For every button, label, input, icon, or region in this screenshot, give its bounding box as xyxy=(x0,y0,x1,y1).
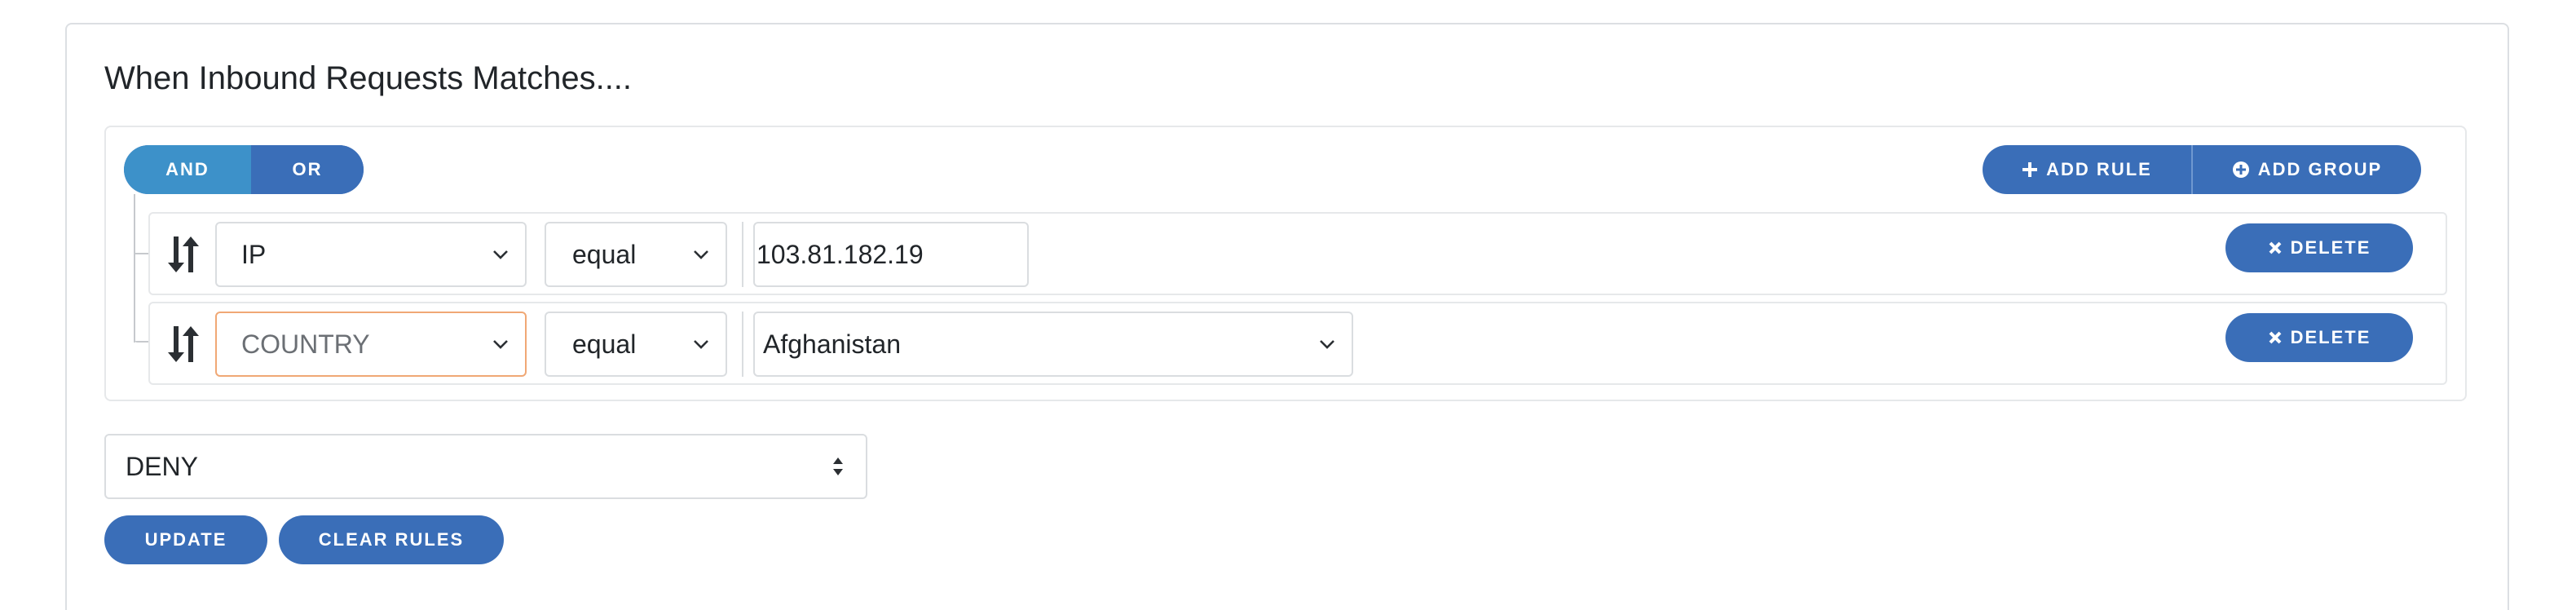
field-select[interactable]: IP xyxy=(215,222,527,287)
or-button[interactable]: OR xyxy=(251,145,364,194)
delete-label: DELETE xyxy=(2290,327,2371,347)
add-rule-label: ADD RULE xyxy=(2046,159,2152,179)
tree-branch xyxy=(135,341,148,343)
plus-icon xyxy=(2022,162,2038,177)
add-group-button[interactable]: ADD GROUP xyxy=(2193,145,2421,194)
chevron-down-icon xyxy=(493,340,508,349)
chevron-down-icon xyxy=(1320,340,1334,349)
clear-rules-button[interactable]: CLEAR RULES xyxy=(279,515,504,564)
rule-row: IP equal 103.81.182.19 DELETE xyxy=(148,212,2447,295)
chevron-down-icon xyxy=(694,340,708,349)
add-group-label: ADD GROUP xyxy=(2257,159,2383,179)
operator-select[interactable]: equal xyxy=(545,312,727,377)
value-select-value: Afghanistan xyxy=(763,329,902,359)
action-select-value: DENY xyxy=(126,451,198,481)
delete-rule-button[interactable]: DELETE xyxy=(2225,313,2413,362)
chevron-down-icon xyxy=(493,250,508,259)
update-button[interactable]: UPDATE xyxy=(104,515,267,564)
close-icon xyxy=(2269,241,2282,254)
and-button[interactable]: AND xyxy=(124,145,251,194)
add-rule-button[interactable]: ADD RULE xyxy=(1983,145,2193,194)
operator-select[interactable]: equal xyxy=(545,222,727,287)
plus-circle-icon xyxy=(2232,161,2249,178)
combinator-toggle: AND OR xyxy=(124,145,364,194)
action-select[interactable]: DENY xyxy=(104,434,867,499)
field-select-value: IP xyxy=(241,239,267,269)
group-actions: ADD RULE ADD GROUP xyxy=(1983,145,2421,194)
operator-select-value: equal xyxy=(572,329,637,359)
delete-rule-button[interactable]: DELETE xyxy=(2225,223,2413,272)
sort-icon[interactable] xyxy=(166,233,201,276)
divider xyxy=(742,222,743,287)
close-icon xyxy=(2269,331,2282,344)
operator-select-value: equal xyxy=(572,239,637,269)
chevron-down-icon xyxy=(694,250,708,259)
page-title: When Inbound Requests Matches.... xyxy=(104,60,633,96)
field-select[interactable]: COUNTRY xyxy=(215,312,527,377)
field-select-value: COUNTRY xyxy=(241,329,370,359)
tree-branch xyxy=(134,253,148,254)
select-arrows-icon xyxy=(833,458,843,475)
tree-line xyxy=(134,194,135,343)
sort-icon[interactable] xyxy=(166,323,201,365)
delete-label: DELETE xyxy=(2290,237,2371,258)
rule-row: COUNTRY equal Afghanistan DELETE xyxy=(148,302,2447,385)
value-input[interactable]: 103.81.182.19 xyxy=(753,222,1029,287)
value-select[interactable]: Afghanistan xyxy=(753,312,1353,377)
divider xyxy=(742,312,743,377)
